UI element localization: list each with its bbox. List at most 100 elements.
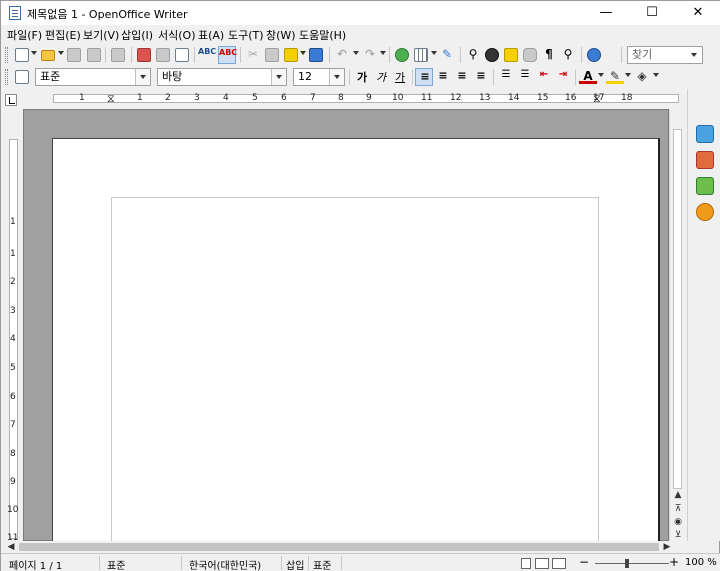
print-icon[interactable] [154, 46, 172, 64]
horizontal-ruler[interactable]: 1 1 2 3 4 5 6 7 8 9 10 11 12 13 14 15 16… [23, 91, 679, 107]
redo-icon[interactable]: ↷ [361, 46, 379, 64]
zoom-in-icon[interactable]: + [669, 555, 679, 569]
underline-button[interactable]: 가 [391, 68, 409, 86]
navigator-sidebar-icon[interactable] [696, 203, 714, 221]
scroll-left-arrow-icon[interactable]: ◀ [5, 541, 17, 553]
table-dropdown-arrow[interactable] [431, 51, 437, 55]
bullets-icon[interactable]: ☰ [516, 68, 534, 86]
menu-file[interactable]: 파일(F) [7, 27, 42, 43]
left-indent-marker[interactable]: ⧖ [107, 92, 115, 106]
minimize-button[interactable]: — [583, 1, 629, 25]
find-dropdown-button[interactable] [687, 47, 702, 63]
zoom-icon[interactable]: ⚲ [559, 46, 577, 64]
table-icon[interactable] [412, 46, 430, 64]
paste-dropdown-arrow[interactable] [300, 51, 306, 55]
close-button[interactable]: ✕ [675, 1, 720, 25]
previous-page-icon[interactable]: ⊼ [672, 503, 684, 515]
zoom-out-icon[interactable]: − [579, 555, 589, 569]
numbering-icon[interactable]: ☰ [497, 68, 515, 86]
align-left-button[interactable]: ≡ [415, 68, 433, 86]
vertical-ruler[interactable]: 1 1 2 3 4 5 6 7 8 9 10 11 [5, 109, 21, 543]
gallery-sidebar-icon[interactable] [696, 177, 714, 195]
undo-icon[interactable]: ↶ [333, 46, 351, 64]
menu-edit[interactable]: 편집(E) [45, 27, 81, 43]
save-icon[interactable] [65, 46, 83, 64]
text-boundary[interactable] [111, 197, 599, 557]
font-color-dropdown-arrow[interactable] [598, 73, 604, 77]
highlight-icon[interactable]: ✎ [606, 68, 624, 86]
export-pdf-icon[interactable] [135, 46, 153, 64]
font-size-select[interactable]: 12 [293, 68, 345, 86]
decrease-indent-icon[interactable]: ⇤ [535, 68, 553, 86]
menu-insert[interactable]: 삽입(I) [121, 27, 153, 43]
paste-icon[interactable] [282, 46, 300, 64]
cut-icon[interactable]: ✂ [244, 46, 262, 64]
toolbar-grip[interactable] [5, 47, 8, 63]
page-indicator[interactable]: 페이지 1 / 1 [9, 557, 62, 571]
formatting-marks-icon[interactable]: ¶ [540, 46, 558, 64]
multi-page-view-icon[interactable] [535, 558, 549, 569]
new-document-icon[interactable] [13, 46, 31, 64]
datasource-icon[interactable] [521, 46, 539, 64]
book-view-icon[interactable] [552, 558, 566, 569]
language-indicator[interactable]: 한국어(대한민국) [189, 557, 261, 571]
menu-tools[interactable]: 도구(T) [228, 27, 264, 43]
menu-format[interactable]: 서식(O) [158, 27, 195, 43]
open-dropdown-arrow[interactable] [58, 51, 64, 55]
email-icon[interactable] [85, 46, 103, 64]
scroll-right-arrow-icon[interactable]: ▶ [661, 541, 673, 553]
properties-icon[interactable] [696, 125, 714, 143]
document-page[interactable] [52, 138, 660, 557]
highlight-dropdown-arrow[interactable] [625, 73, 631, 77]
menu-table[interactable]: 표(A) [198, 27, 224, 43]
justify-button[interactable]: ≡ [472, 68, 490, 86]
next-page-icon[interactable]: ⊻ [672, 529, 684, 541]
autospellcheck-icon[interactable]: ABC [218, 46, 237, 64]
tab-stop-selector[interactable] [5, 94, 17, 106]
menu-window[interactable]: 창(W) [266, 27, 296, 43]
right-indent-marker[interactable]: ⧖ [593, 92, 601, 106]
horizontal-scroll-thumb[interactable] [19, 543, 659, 551]
format-paintbrush-icon[interactable] [307, 46, 325, 64]
edit-file-icon[interactable] [109, 46, 127, 64]
single-page-view-icon[interactable] [521, 558, 531, 569]
toolbar-grip[interactable] [5, 69, 8, 85]
insert-mode-indicator[interactable]: 삽입 [286, 557, 304, 571]
background-color-icon[interactable]: ◈ [633, 68, 651, 86]
bold-button[interactable]: 가 [353, 68, 371, 86]
spellcheck-icon[interactable]: ABC [198, 46, 216, 64]
redo-dropdown-arrow[interactable] [380, 51, 386, 55]
styles-icon[interactable] [696, 151, 714, 169]
page-style-indicator[interactable]: 표준 [107, 557, 125, 571]
selection-mode-indicator[interactable]: 표준 [313, 557, 331, 571]
zoom-level[interactable]: 100 % [685, 557, 717, 568]
menu-help[interactable]: 도움말(H) [299, 27, 346, 43]
navigation-target-icon[interactable]: ◉ [672, 516, 684, 528]
zoom-slider[interactable] [595, 563, 669, 564]
font-name-select[interactable]: 바탕 [157, 68, 287, 86]
italic-button[interactable]: 가 [372, 68, 390, 86]
find-replace-icon[interactable]: ⚲ [464, 46, 482, 64]
gallery-icon[interactable] [502, 46, 520, 64]
align-center-button[interactable]: ≡ [434, 68, 452, 86]
copy-icon[interactable] [263, 46, 281, 64]
new-dropdown-arrow[interactable] [31, 51, 37, 55]
background-color-dropdown-arrow[interactable] [653, 73, 659, 77]
align-right-button[interactable]: ≡ [453, 68, 471, 86]
vertical-scrollbar[interactable]: ▲ ⊼ ◉ ⊻ [669, 109, 685, 541]
navigator-icon[interactable] [483, 46, 501, 64]
hyperlink-icon[interactable] [393, 46, 411, 64]
undo-dropdown-arrow[interactable] [353, 51, 359, 55]
paragraph-style-select[interactable]: 표준 [35, 68, 151, 86]
help-icon[interactable] [585, 46, 603, 64]
vertical-scroll-thumb[interactable] [673, 129, 682, 489]
menu-view[interactable]: 보기(V) [83, 27, 119, 43]
font-color-icon[interactable]: A [579, 68, 597, 86]
horizontal-scrollbar[interactable]: ◀ ▶ [1, 541, 685, 553]
open-folder-icon[interactable] [39, 46, 57, 64]
increase-indent-icon[interactable]: ⇥ [554, 68, 572, 86]
scroll-up-arrow-icon[interactable]: ▲ [672, 489, 684, 501]
styles-formatting-icon[interactable] [13, 68, 31, 86]
maximize-button[interactable]: ☐ [629, 1, 675, 25]
zoom-slider-knob[interactable] [625, 559, 629, 568]
